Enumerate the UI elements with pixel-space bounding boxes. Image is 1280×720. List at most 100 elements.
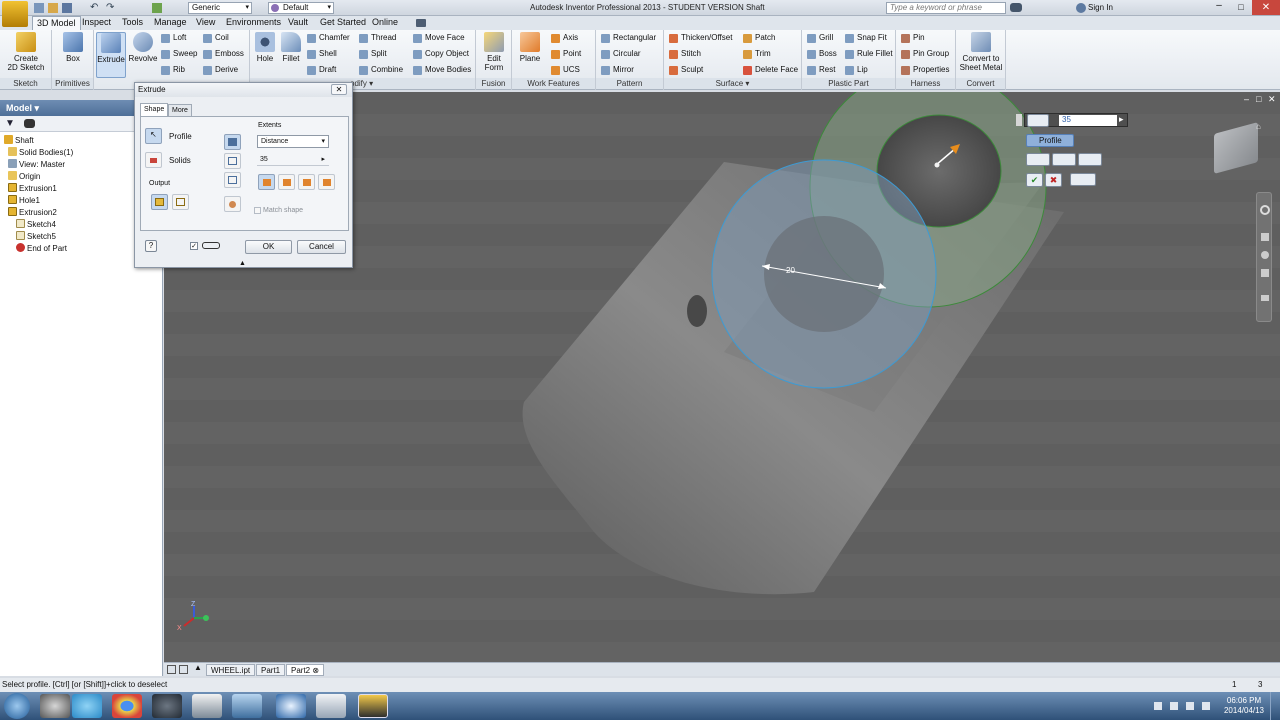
match-shape-checkbox[interactable]	[254, 207, 261, 214]
asymmetric-button[interactable]	[318, 174, 335, 190]
stitch-button[interactable]: Stitch	[668, 47, 701, 61]
shell-button[interactable]: Shell	[306, 47, 337, 61]
preview-checkbox[interactable]: ✓	[190, 242, 198, 250]
tab-inspect[interactable]: Inspect	[78, 16, 115, 30]
look-at-icon[interactable]	[1261, 295, 1269, 301]
viewport-close-icon[interactable]: ✕	[1268, 94, 1276, 105]
tab-get-started[interactable]: Get Started	[316, 16, 370, 30]
tab-environments[interactable]: Environments	[222, 16, 285, 30]
combine-button[interactable]: Combine	[358, 63, 403, 77]
split-button[interactable]: Split	[358, 47, 387, 61]
document-menu-icon[interactable]: ▲	[194, 663, 202, 672]
loft-button[interactable]: Loft	[160, 31, 186, 45]
intersect-button[interactable]	[224, 172, 241, 188]
orbit-icon[interactable]	[1261, 269, 1269, 277]
thicken-offset-button[interactable]: Thicken/Offset	[668, 31, 732, 45]
rest-button[interactable]: Rest	[806, 63, 835, 77]
redo-icon[interactable]: ↷	[106, 2, 114, 13]
tab-online[interactable]: Online	[368, 16, 402, 30]
mini-distance-input[interactable]: 35	[1059, 115, 1117, 126]
output-solid-button[interactable]	[151, 194, 168, 210]
pan-icon[interactable]	[1261, 233, 1269, 241]
pin-button[interactable]: Pin	[900, 31, 925, 45]
taskbar-app-steam[interactable]	[152, 694, 182, 718]
steering-wheel-icon[interactable]	[1260, 205, 1270, 215]
tab-more[interactable]: More	[168, 104, 192, 116]
taskbar-app-inventor[interactable]	[358, 694, 388, 718]
close-icon[interactable]: ⊗	[312, 666, 319, 675]
ribbon-display-icon[interactable]	[416, 19, 426, 27]
mini-profile-button[interactable]: Profile	[1026, 134, 1074, 147]
sweep-button[interactable]: Sweep	[160, 47, 197, 61]
tab-manage[interactable]: Manage	[150, 16, 191, 30]
viewport-restore-icon[interactable]: □	[1256, 94, 1261, 104]
distance-input[interactable]: 35 ▸	[257, 154, 329, 166]
mini-cancel-button[interactable]: ✖	[1045, 173, 1062, 187]
dialog-collapse-icon[interactable]: ▲	[239, 260, 246, 267]
search-icon[interactable]	[24, 119, 35, 128]
point-button[interactable]: Point	[550, 47, 581, 61]
taskbar-app-media-player[interactable]	[276, 694, 306, 718]
fillet-button[interactable]: Fillet	[278, 32, 304, 63]
derive-button[interactable]: Derive	[202, 63, 238, 77]
tab-3d-model[interactable]: 3D Model	[32, 16, 81, 30]
tray-volume-icon[interactable]	[1186, 702, 1194, 710]
list-documents-icon[interactable]	[179, 665, 188, 674]
box-button[interactable]: Box	[58, 32, 88, 63]
mini-toolbar-grip[interactable]	[1016, 114, 1022, 126]
group-surface-label[interactable]: Surface ▾	[664, 78, 801, 89]
tray-flag-icon[interactable]	[1154, 702, 1162, 710]
circular-pattern-button[interactable]: Circular	[600, 47, 641, 61]
tab-shape[interactable]: Shape	[140, 103, 169, 116]
help-button[interactable]: ?	[145, 240, 157, 252]
pin-group-button[interactable]: Pin Group	[900, 47, 949, 61]
taskbar-app-screenshot[interactable]	[232, 694, 262, 718]
doc-tab-wheel[interactable]: WHEEL.ipt	[206, 664, 256, 676]
extents-type-mini-select[interactable]	[1027, 114, 1049, 127]
taskbar-app-1[interactable]	[40, 694, 70, 718]
doc-tab-part1[interactable]: Part1	[256, 664, 286, 676]
show-desktop-button[interactable]	[1270, 692, 1280, 720]
dialog-title-bar[interactable]: Extrude	[135, 83, 352, 97]
convert-sheet-metal-button[interactable]: Convert to Sheet Metal	[958, 32, 1004, 72]
thread-button[interactable]: Thread	[358, 31, 396, 45]
extrude-button[interactable]: Extrude	[96, 32, 126, 78]
taskbar-app-explorer[interactable]	[192, 694, 222, 718]
dimension-value[interactable]: 20	[786, 266, 795, 275]
delete-face-button[interactable]: Delete Face	[742, 63, 798, 77]
lip-button[interactable]: Lip	[844, 63, 868, 77]
revolve-button[interactable]: Revolve	[128, 32, 158, 63]
properties-button[interactable]: Properties	[900, 63, 949, 77]
open-icon[interactable]	[48, 3, 58, 13]
tab-tools[interactable]: Tools	[118, 16, 147, 30]
sculpt-button[interactable]: Sculpt	[668, 63, 703, 77]
close-button[interactable]: ✕	[1252, 0, 1280, 15]
trim-button[interactable]: Trim	[742, 47, 771, 61]
distance-flyout-icon[interactable]: ▸	[321, 154, 325, 166]
filter-icon[interactable]: ▼	[5, 118, 15, 129]
taskbar-clock[interactable]: 06:06 PM 2014/04/13	[1220, 696, 1268, 716]
new-solid-button[interactable]	[224, 196, 241, 212]
tab-vault[interactable]: Vault	[284, 16, 312, 30]
solids-select-button[interactable]	[145, 152, 162, 168]
chamfer-button[interactable]: Chamfer	[306, 31, 350, 45]
doc-tab-part2[interactable]: Part2 ⊗	[286, 664, 325, 676]
tab-view[interactable]: View	[192, 16, 219, 30]
dialog-close-button[interactable]: ✕	[331, 84, 347, 95]
copy-object-button[interactable]: Copy Object	[412, 47, 469, 61]
coil-button[interactable]: Coil	[202, 31, 229, 45]
emboss-button[interactable]: Emboss	[202, 47, 244, 61]
start-button[interactable]	[4, 693, 30, 719]
direction-2-button[interactable]	[278, 174, 295, 190]
patch-button[interactable]: Patch	[742, 31, 775, 45]
taskbar-app-twitter[interactable]	[72, 694, 102, 718]
cancel-button[interactable]: Cancel	[297, 240, 346, 254]
rib-button[interactable]: Rib	[160, 63, 185, 77]
tile-windows-icon[interactable]	[167, 665, 176, 674]
appearance-select[interactable]: Default ▾	[268, 2, 334, 14]
taskbar-app-chrome[interactable]	[112, 694, 142, 718]
sketch-profile-inner[interactable]	[764, 216, 884, 332]
boss-button[interactable]: Boss	[806, 47, 837, 61]
axis-button[interactable]: Axis	[550, 31, 578, 45]
mini-direction-select[interactable]	[1078, 153, 1102, 166]
